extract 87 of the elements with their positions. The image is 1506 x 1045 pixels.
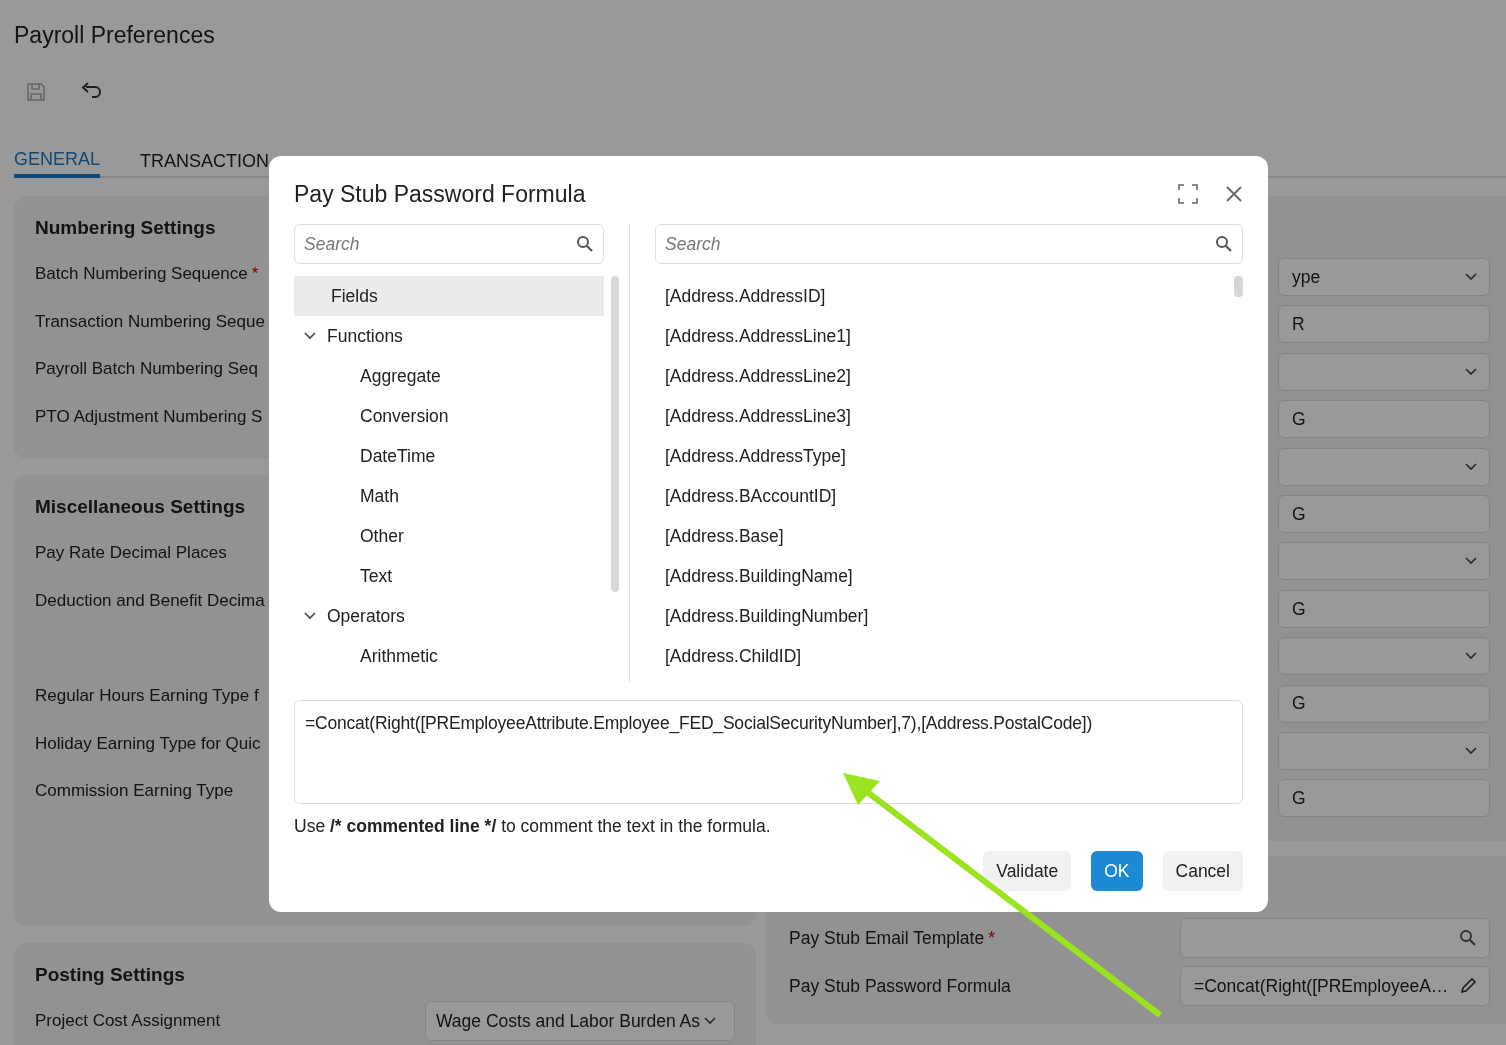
search-field[interactable]: Search — [294, 224, 604, 264]
field-value: ype — [1292, 265, 1321, 289]
tree-item[interactable]: Functions — [294, 316, 604, 356]
field-item[interactable]: [Address.AddressID] — [655, 276, 826, 316]
field-label: PTO Adjustment Numbering S — [35, 405, 263, 428]
field-label: Pay Stub Password Formula — [789, 974, 1011, 998]
tree-item[interactable]: Other — [294, 516, 604, 556]
field-label: Commission Earning Type — [35, 780, 234, 802]
chevron-icon — [1465, 652, 1477, 661]
chevron-icon — [304, 332, 316, 340]
required-mark: * — [251, 263, 259, 285]
select-field[interactable]: ype — [1278, 258, 1490, 296]
field-label: Transaction Numbering Seque — [35, 310, 265, 333]
field-item[interactable]: [Address.ChildID] — [655, 636, 802, 676]
field-item[interactable]: [Address.AddressLine2] — [655, 356, 851, 396]
select-field[interactable] — [1278, 637, 1490, 676]
formula-field[interactable]: =Concat(Right([PREmployeeA… — [1180, 965, 1490, 1006]
select-field[interactable] — [1278, 447, 1490, 486]
tree-item[interactable]: Math — [294, 476, 604, 516]
tree-item[interactable]: Aggregate — [294, 356, 604, 396]
pencil-icon[interactable] — [1459, 976, 1477, 995]
field-item[interactable]: [Address.BuildingNumber] — [655, 596, 869, 636]
chevron-icon — [1465, 462, 1477, 471]
tree-item[interactable]: Text — [294, 556, 604, 596]
input-field[interactable]: G — [1278, 494, 1490, 533]
select-field[interactable]: Wage Costs and Labor Burden As — [425, 1000, 735, 1041]
field-item[interactable]: [Address.AddressLine3] — [655, 396, 851, 436]
ok-button[interactable]: OK — [1091, 851, 1143, 892]
select-field[interactable] — [1278, 542, 1490, 581]
scrollbar[interactable] — [1234, 276, 1243, 297]
field-item[interactable]: [Address.BuildingName] — [655, 556, 853, 596]
chevron-icon — [1465, 273, 1477, 281]
field-value: G — [1292, 787, 1306, 811]
tab[interactable]: TRANSACTION — [140, 136, 270, 178]
field-label: Batch Numbering Sequence — [35, 263, 248, 285]
field-label: Regular Hours Earning Type f — [35, 685, 259, 707]
close-icon[interactable] — [1225, 185, 1243, 203]
field-label: Deduction and Benefit Decima — [35, 589, 265, 612]
field-value: R — [1292, 313, 1305, 337]
field-label: Pay Rate Decimal Places — [35, 542, 227, 564]
dialog-title: Pay Stub Password Formula — [294, 179, 586, 209]
hint-text: Use /* commented line */ to comment the text in the formula. — [294, 815, 772, 838]
field-label: Payroll Batch Numbering Seq — [35, 358, 258, 380]
input-field[interactable]: G — [1278, 589, 1490, 628]
search-icon — [576, 235, 594, 253]
search-icon — [1215, 235, 1233, 253]
tree-item[interactable]: Arithmetic — [294, 636, 604, 676]
field-value: G — [1292, 502, 1306, 526]
input-field[interactable]: G — [1278, 684, 1490, 723]
tree-item[interactable]: Fields — [294, 276, 604, 316]
field-item[interactable]: [Address.AddressLine1] — [655, 316, 851, 356]
search-icon — [1459, 928, 1477, 947]
field-label: Project Cost Assignment — [35, 1010, 221, 1032]
scrollbar[interactable] — [611, 276, 619, 592]
select-field[interactable] — [1278, 731, 1490, 770]
field-label: Holiday Earning Type for Quic — [35, 732, 261, 755]
chevron-icon — [1465, 746, 1477, 755]
field-item[interactable]: [Address.AddressType] — [655, 436, 846, 476]
tree-item[interactable]: Operators — [294, 596, 604, 636]
field-value: G — [1292, 597, 1306, 621]
field-value: G — [1292, 408, 1306, 432]
input-field[interactable]: R — [1278, 305, 1490, 344]
search-field[interactable]: Search — [655, 224, 1243, 264]
validate-button[interactable]: Validate — [983, 851, 1072, 892]
section-title: Numbering Settings — [35, 216, 216, 240]
field-item[interactable]: [Address.BAccountID] — [655, 476, 837, 516]
maximize-icon[interactable] — [1178, 184, 1198, 204]
select-field[interactable] — [1278, 352, 1490, 391]
field-value: =Concat(Right([PREmployeeA… — [1194, 974, 1449, 998]
tree-item[interactable]: Conversion — [294, 396, 604, 436]
section-title: Posting Settings — [35, 963, 185, 987]
lookup-field[interactable] — [1180, 917, 1490, 958]
chevron-icon — [703, 1016, 716, 1025]
tree-item[interactable]: DateTime — [294, 436, 604, 476]
section-title: Miscellaneous Settings — [35, 495, 246, 519]
field-value: G — [1292, 692, 1306, 716]
formula-editor[interactable]: =Concat(Right([PREmployeeAttribute.Employee_FED_SocialSecurityNumber],7),[Address.PostalCode]) — [294, 700, 1243, 804]
field-item[interactable]: [Address.Base] — [655, 516, 784, 556]
chevron-icon — [304, 612, 316, 620]
cancel-button[interactable]: Cancel — [1162, 851, 1243, 892]
required-mark: * — [988, 926, 995, 950]
chevron-icon — [1465, 367, 1477, 376]
input-field[interactable]: G — [1278, 400, 1490, 439]
input-field[interactable]: G — [1278, 779, 1490, 818]
chevron-icon — [1465, 557, 1477, 566]
page-title: Payroll Preferences — [14, 21, 215, 50]
field-label: Pay Stub Email Template — [789, 926, 985, 950]
